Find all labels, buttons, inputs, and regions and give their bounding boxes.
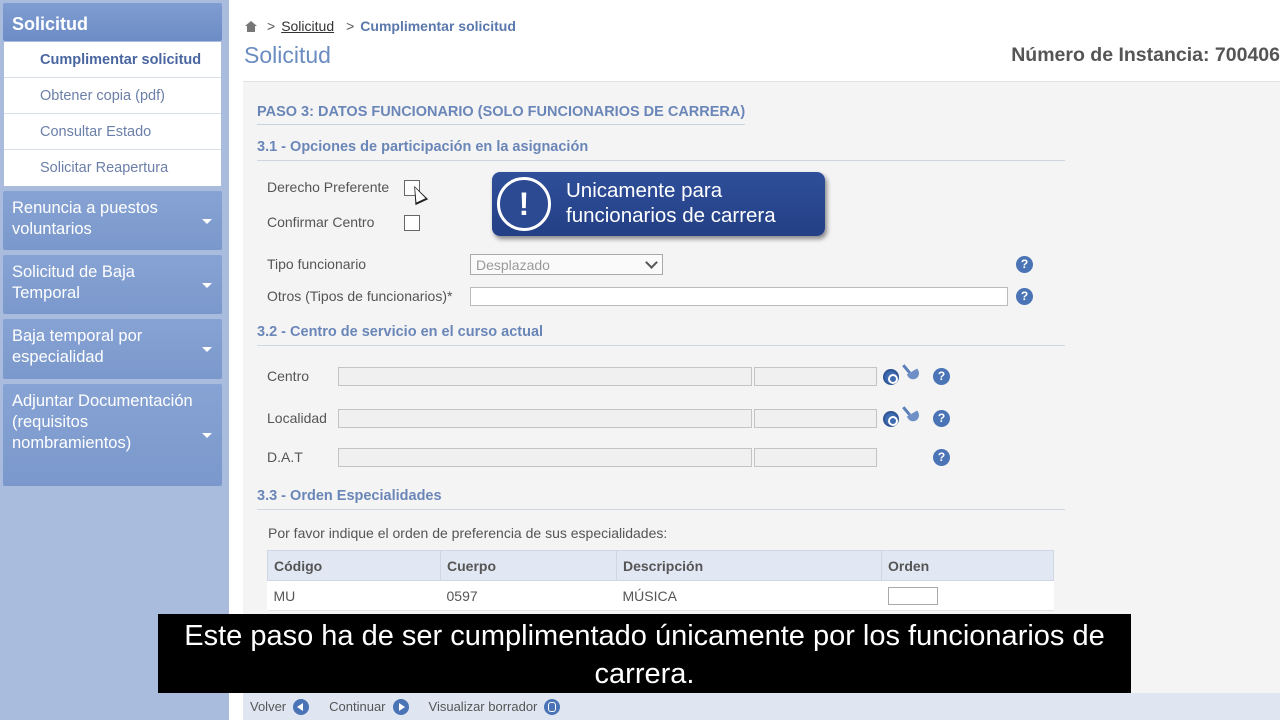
breadcrumb-separator: >	[346, 18, 355, 34]
sidebar-group-adjuntar-documentacion[interactable]: Adjuntar Documentación (requisitos nombr…	[3, 384, 222, 486]
sidebar-group-label: Adjuntar Documentación (requisitos nombr…	[12, 392, 193, 452]
sidebar: Solicitud Cumplimentar solicitud Obtener…	[0, 0, 229, 720]
cell-cuerpo: 0597	[440, 580, 617, 611]
otros-tipos-input[interactable]	[470, 287, 1008, 306]
chevron-down-icon	[202, 218, 212, 224]
exclamation-icon: !	[497, 177, 551, 231]
breadcrumb-current: Cumplimentar solicitud	[360, 18, 516, 34]
chevron-down-icon	[202, 433, 212, 438]
especialidades-table: Código Cuerpo Descripción Orden MU 0597 …	[267, 550, 1054, 611]
help-icon[interactable]: ?	[1016, 256, 1033, 273]
section-title-opciones: 3.1 - Opciones de participación en la as…	[257, 139, 1065, 161]
help-icon[interactable]: ?	[933, 410, 950, 427]
column-header-codigo: Código	[267, 550, 441, 581]
column-header-orden: Orden	[881, 550, 1054, 581]
volver-label: Volver	[250, 699, 287, 714]
help-icon[interactable]: ?	[933, 368, 950, 385]
sidebar-item-cumplimentar-solicitud[interactable]: Cumplimentar solicitud	[4, 42, 221, 78]
centro-input[interactable]	[338, 367, 752, 386]
sidebar-item-consultar-estado[interactable]: Consultar Estado	[4, 114, 221, 150]
arrow-left-icon	[293, 698, 310, 715]
sidebar-group-baja-temporal[interactable]: Solicitud de Baja Temporal	[3, 255, 222, 314]
tutorial-callout: ! Unicamente para funcionarios de carrer…	[492, 172, 825, 236]
help-icon[interactable]: ?	[1016, 288, 1033, 305]
visualizar-borrador-label: Visualizar borrador	[428, 699, 538, 714]
centro-code-input[interactable]	[754, 367, 877, 386]
orden-input[interactable]	[887, 586, 938, 605]
main-area: > Solicitud > Cumplimentar solicitud Sol…	[229, 0, 1280, 720]
home-icon[interactable]	[245, 20, 257, 32]
centro-label: Centro	[267, 368, 310, 384]
table-header-row: Código Cuerpo Descripción Orden	[267, 550, 1054, 581]
column-header-descripcion: Descripción	[616, 550, 882, 581]
sidebar-submenu: Cumplimentar solicitud Obtener copia (pd…	[4, 42, 221, 186]
breadcrumb-link-solicitud[interactable]: Solicitud	[281, 18, 334, 34]
dat-code-input[interactable]	[754, 448, 877, 467]
subtitle-line-1: Este paso ha de ser cumplimentado únicam…	[184, 620, 1105, 652]
sidebar-item-obtener-copia[interactable]: Obtener copia (pdf)	[4, 78, 221, 114]
sidebar-group-label: Solicitud de Baja Temporal	[12, 263, 135, 302]
cell-descripcion: MÚSICA	[616, 580, 882, 611]
chevron-down-icon	[202, 282, 212, 288]
preview-icon	[544, 698, 561, 715]
sidebar-group-label: Renuncia a puestos voluntarios	[12, 199, 158, 238]
confirmar-centro-label: Confirmar Centro	[267, 214, 375, 230]
derecho-preferente-label: Derecho Preferente	[267, 179, 390, 195]
continuar-button[interactable]: Continuar	[329, 698, 409, 715]
arrow-right-icon	[392, 698, 409, 715]
volver-button[interactable]: Volver	[250, 698, 310, 715]
dat-input[interactable]	[338, 448, 752, 467]
bottom-nav-bar: Volver Continuar Visualizar borrador	[243, 693, 1280, 720]
tipo-funcionario-value: Desplazado	[476, 257, 550, 273]
breadcrumb-separator: >	[267, 18, 276, 34]
localidad-label: Localidad	[267, 410, 327, 426]
cell-orden	[881, 580, 1054, 611]
section-title-centro-servicio: 3.2 - Centro de servicio en el curso act…	[257, 324, 1065, 346]
chevron-down-icon	[645, 256, 658, 269]
sidebar-group-renuncia[interactable]: Renuncia a puestos voluntarios	[3, 191, 222, 250]
sidebar-group-baja-especialidad[interactable]: Baja temporal por especialidad	[3, 319, 222, 379]
visualizar-borrador-button[interactable]: Visualizar borrador	[428, 698, 561, 715]
subtitle-line-2: carrera.	[594, 658, 695, 690]
sidebar-item-solicitar-reapertura[interactable]: Solicitar Reapertura	[4, 150, 221, 186]
dat-label: D.A.T	[267, 449, 303, 465]
callout-line-1: Unicamente para	[566, 179, 723, 202]
clear-icon[interactable]	[903, 406, 921, 424]
step-title: PASO 3: DATOS FUNCIONARIO (SOLO FUNCIONA…	[257, 104, 746, 125]
search-icon[interactable]	[883, 408, 903, 428]
chevron-down-icon	[202, 347, 212, 352]
clear-icon[interactable]	[903, 364, 921, 382]
tipo-funcionario-label: Tipo funcionario	[267, 256, 367, 272]
table-row: MU 0597 MÚSICA	[267, 580, 1054, 611]
continuar-label: Continuar	[329, 699, 386, 714]
sidebar-header-solicitud[interactable]: Solicitud	[3, 3, 222, 41]
sidebar-group-label: Baja temporal por especialidad	[12, 327, 143, 366]
tipo-funcionario-select[interactable]: Desplazado	[470, 254, 663, 275]
cell-codigo: MU	[267, 580, 441, 611]
section-title-orden-especialidades: 3.3 - Orden Especialidades	[257, 488, 1065, 510]
video-subtitle: Este paso ha de ser cumplimentado únicam…	[158, 614, 1131, 693]
especialidades-instruction: Por favor indique el orden de preferenci…	[268, 525, 668, 541]
instance-number: Número de Instancia: 700406	[1011, 44, 1280, 66]
page-title: Solicitud	[244, 42, 331, 68]
breadcrumb: > Solicitud > Cumplimentar solicitud	[245, 18, 516, 34]
callout-line-2: funcionarios de carrera	[566, 204, 776, 227]
confirmar-centro-checkbox[interactable]	[404, 215, 420, 231]
column-header-cuerpo: Cuerpo	[440, 550, 617, 581]
localidad-code-input[interactable]	[754, 409, 877, 428]
search-icon[interactable]	[883, 366, 903, 386]
localidad-input[interactable]	[338, 409, 752, 428]
otros-tipos-label: Otros (Tipos de funcionarios)*	[267, 288, 453, 304]
help-icon[interactable]: ?	[933, 449, 950, 466]
